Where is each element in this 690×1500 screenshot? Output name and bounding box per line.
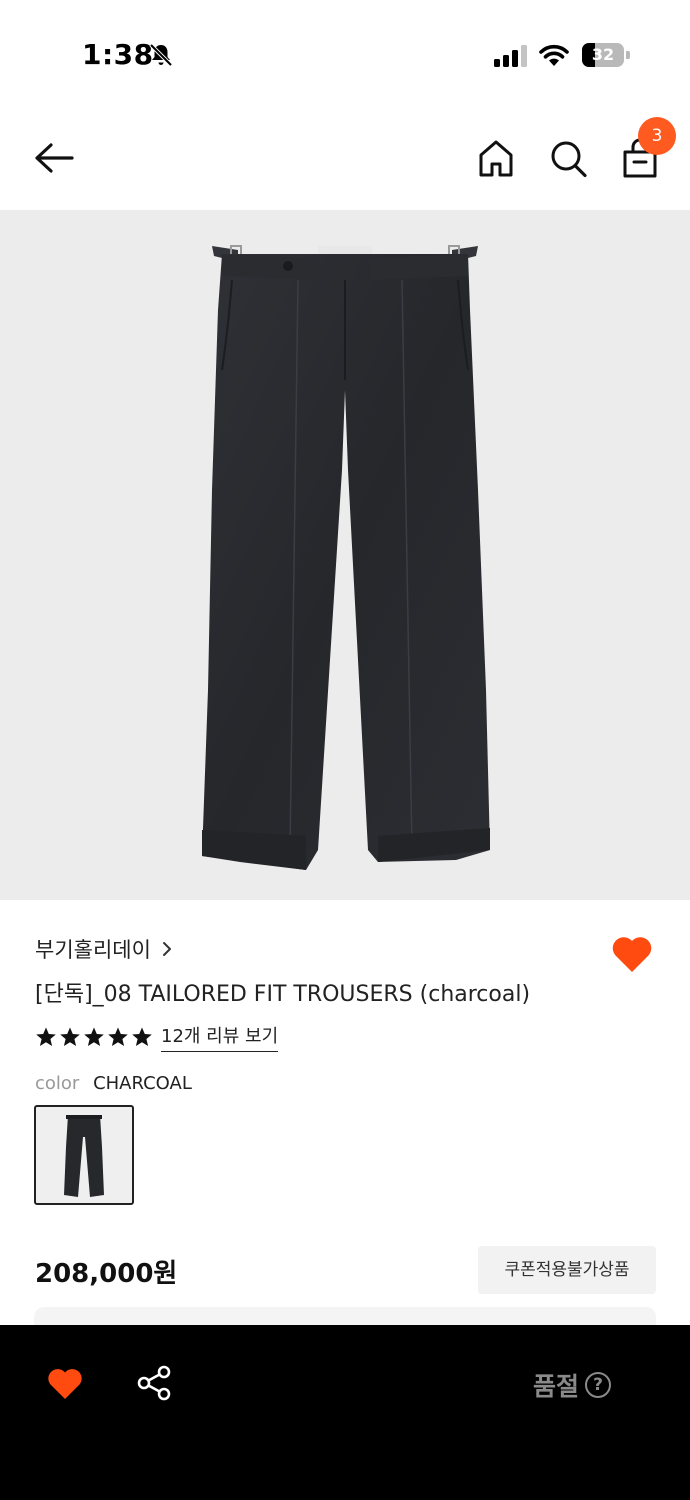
color-value: CHARCOAL (93, 1073, 192, 1094)
star-icon (36, 1027, 56, 1046)
battery-percent: 32 (591, 45, 615, 64)
color-row: color CHARCOAL (35, 1073, 192, 1094)
star-icon (132, 1027, 152, 1046)
brand-name: 부기홀리데이 (35, 938, 151, 962)
product-image[interactable] (0, 210, 690, 900)
star-icon (60, 1027, 80, 1046)
bottom-action-bar: 품절 ? (0, 1325, 690, 1500)
search-icon[interactable] (548, 136, 588, 180)
review-link[interactable]: 12개 리뷰 보기 (161, 1022, 279, 1052)
rating-row: 12개 리뷰 보기 (35, 1022, 279, 1052)
cellular-signal-icon (494, 45, 527, 67)
home-icon[interactable] (476, 136, 516, 180)
heart-icon[interactable] (46, 1365, 84, 1401)
soldout-label: 품절 (533, 1372, 580, 1401)
color-label: color (35, 1073, 80, 1094)
product-title: [단독]_08 TAILORED FIT TROUSERS (charcoal) (35, 982, 531, 1007)
wifi-icon (539, 44, 569, 66)
price: 208,000원 (35, 1259, 178, 1289)
wishlist-heart-icon[interactable] (610, 932, 654, 974)
brand-link[interactable]: 부기홀리데이 (35, 934, 173, 964)
share-icon[interactable] (136, 1365, 172, 1401)
star-icon (84, 1027, 104, 1046)
help-circle-icon[interactable]: ? (585, 1372, 612, 1398)
star-icon (108, 1027, 128, 1046)
soldout-button[interactable]: 품절 ? (533, 1367, 612, 1403)
status-bar: 1:38 32 (0, 0, 690, 110)
color-swatch-charcoal[interactable] (34, 1105, 134, 1205)
cart-count-badge[interactable]: 3 (638, 117, 676, 155)
battery-icon: 32 (582, 43, 630, 67)
bell-slash-icon (149, 43, 173, 67)
status-time: 1:38 (82, 38, 154, 71)
rating-stars (35, 1026, 153, 1048)
chevron-right-icon (162, 942, 171, 956)
top-nav (0, 110, 690, 210)
back-arrow-icon[interactable] (32, 138, 76, 178)
swatch-trousers-thumbnail (64, 1115, 104, 1197)
charcoal-trousers-image (202, 245, 490, 870)
coupon-badge: 쿠폰적용불가상품 (478, 1246, 656, 1294)
